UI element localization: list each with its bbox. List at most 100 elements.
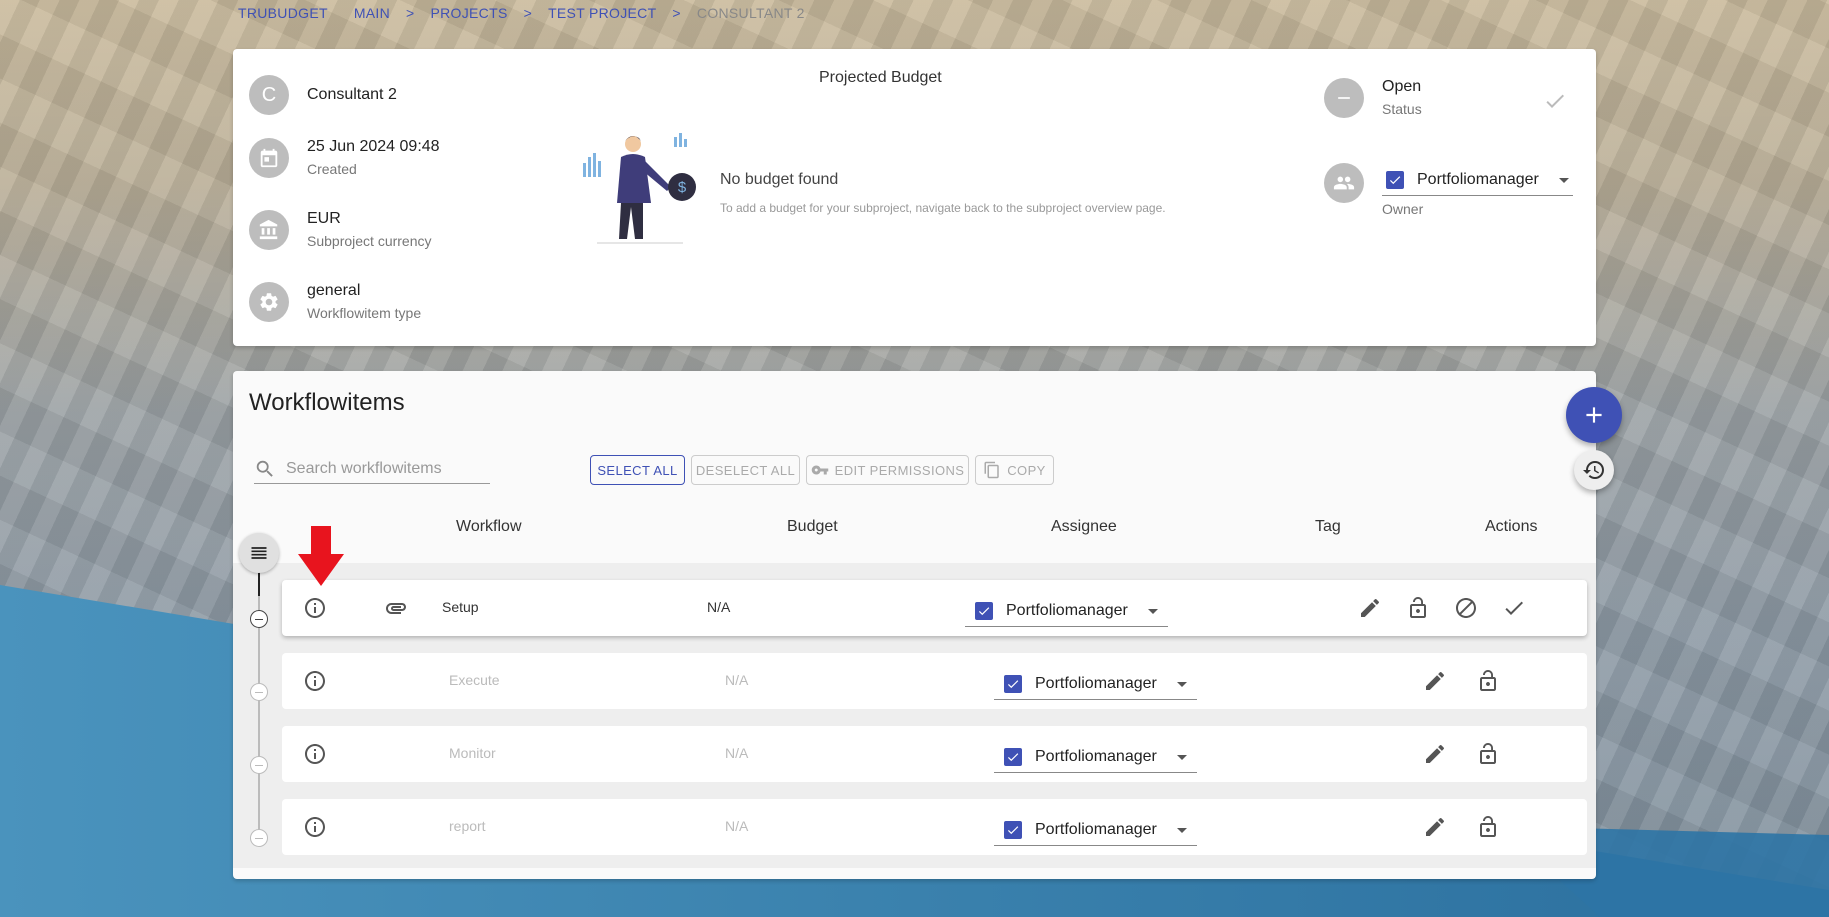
lock-open-icon[interactable] [1476,669,1500,693]
workflowitem-budget: N/A [725,745,749,761]
dropdown-arrow-icon [1558,177,1569,183]
key-icon [811,465,828,475]
close-subproject-check-icon[interactable] [1543,89,1567,113]
svg-text:$: $ [678,179,687,196]
edit-icon[interactable] [1423,669,1447,693]
copy-icon [984,461,1000,479]
status-label: Status [1382,101,1422,117]
info-icon[interactable] [303,596,327,620]
no-budget-illustration: $ [583,133,696,244]
assignee-select[interactable]: Portfoliomanager [994,817,1197,846]
search-icon [256,460,273,477]
chevron-right-icon: > [672,5,681,21]
avatar: C [249,75,289,115]
history-button[interactable] [1574,450,1614,490]
annotation-arrow-down-icon [298,526,344,586]
edit-permissions-label: EDIT PERMISSIONS [834,462,965,478]
checkbox-checked-icon [1004,748,1022,766]
assignee-select[interactable]: Portfoliomanager [965,598,1168,627]
table-row[interactable]: Execute N/A Portfoliomanager [282,653,1587,709]
breadcrumb: TRUBUDGET MAIN > PROJECTS > TEST PROJECT… [238,5,805,21]
column-workflow: Workflow [456,518,522,535]
dropdown-arrow-icon [1147,608,1158,614]
block-icon[interactable] [1454,596,1478,620]
select-all-label: SELECT ALL [597,462,678,478]
status-block: Open Status [1324,77,1422,118]
edit-icon[interactable] [1423,815,1447,839]
search-input[interactable] [286,459,486,478]
workflowitems-card: Workflowitems SELECT ALL DESELECT ALL ED… [233,371,1622,879]
projected-budget-title: Projected Budget [819,69,942,86]
lock-open-icon[interactable] [1476,742,1500,766]
workflowitem-name: report [449,818,486,834]
check-icon[interactable] [1502,596,1526,620]
no-budget-description: To add a budget for your subproject, nav… [720,201,1166,215]
checkbox-checked-icon [975,602,993,620]
no-budget-title: No budget found [720,171,839,188]
created-value: 25 Jun 2024 09:48 [307,138,440,155]
checkbox-checked-icon [1004,675,1022,693]
timeline-dot [250,756,268,774]
workflowitem-name: Setup [442,599,479,615]
search-box [254,454,490,484]
copy-button[interactable]: COPY [975,455,1054,485]
breadcrumb-main[interactable]: MAIN [354,5,390,21]
breadcrumb-trubudget[interactable]: TRUBUDGET [238,5,328,21]
select-all-button[interactable]: SELECT ALL [590,455,685,485]
checkbox-checked-icon [1004,821,1022,839]
column-budget: Budget [787,518,838,535]
workflowitem-name: Execute [449,672,500,688]
table-row[interactable]: Monitor N/A Portfoliomanager [282,726,1587,782]
add-workflowitem-button[interactable] [1566,387,1622,443]
dropdown-arrow-icon [1176,827,1187,833]
assignee-value: Portfoliomanager [1035,675,1157,692]
owner-value: Portfoliomanager [1417,171,1539,188]
column-actions: Actions [1485,518,1538,535]
history-icon [1583,461,1604,479]
attachment-icon [386,603,406,614]
table-row[interactable]: report N/A Portfoliomanager [282,799,1587,855]
info-icon[interactable] [303,669,327,693]
name-row: C Consultant 2 [249,75,397,115]
currency-value: EUR [307,210,341,227]
deselect-all-button[interactable]: DESELECT ALL [691,455,800,485]
timeline-dot [250,683,268,701]
workflowitems-title: Workflowitems [249,389,405,416]
type-value: general [307,282,361,299]
lock-open-icon[interactable] [1476,815,1500,839]
bank-icon [249,209,289,250]
subproject-name: Consultant 2 [307,86,397,103]
sort-toggle-button[interactable] [239,533,279,573]
timeline-line [258,566,260,846]
assignee-select[interactable]: Portfoliomanager [994,671,1197,700]
assignee-value: Portfoliomanager [1006,602,1128,619]
currency-row: EUR Subproject currency [249,209,432,250]
lock-open-icon[interactable] [1406,596,1430,620]
edit-icon[interactable] [1358,596,1382,620]
owner-block: Portfoliomanager Owner [1324,163,1573,217]
table-row[interactable]: Setup N/A Portfoliomanager [282,580,1587,636]
info-icon[interactable] [303,815,327,839]
created-row: 25 Jun 2024 09:48 Created [249,137,440,178]
type-row: general Workflowitem type [249,281,421,322]
subproject-details-card: C Consultant 2 25 Jun 2024 09:48 Created… [233,49,1596,346]
status-value: Open [1382,78,1422,95]
edit-icon[interactable] [1423,742,1447,766]
deselect-all-label: DESELECT ALL [695,462,796,478]
breadcrumb-current: CONSULTANT 2 [696,5,805,21]
assignee-select[interactable]: Portfoliomanager [994,744,1197,773]
currency-label: Subproject currency [307,233,432,249]
assignee-value: Portfoliomanager [1035,821,1157,838]
info-icon[interactable] [303,742,327,766]
breadcrumb-projects[interactable]: PROJECTS [431,5,508,21]
column-tag: Tag [1315,518,1341,535]
type-label: Workflowitem type [307,305,422,321]
gear-icon [249,281,289,322]
timeline-dot [250,829,268,847]
owner-label: Owner [1382,201,1424,217]
remove-circle-icon [1324,77,1364,118]
edit-permissions-button[interactable]: EDIT PERMISSIONS [806,455,969,485]
owner-select[interactable]: Portfoliomanager [1382,167,1573,196]
breadcrumb-test-project[interactable]: TEST PROJECT [548,5,656,21]
copy-label: COPY [1007,462,1046,478]
